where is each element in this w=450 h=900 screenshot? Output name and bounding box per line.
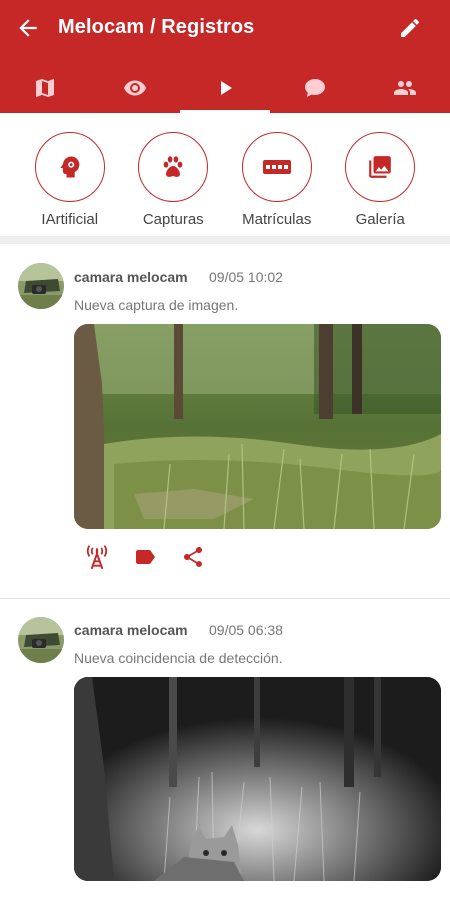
tab-records[interactable]	[180, 62, 270, 113]
forest-daylight-photo	[74, 324, 441, 529]
quick-action-label: IArtificial	[41, 211, 99, 228]
top-bar: Melocam / Registros	[0, 0, 450, 56]
back-button[interactable]	[10, 10, 46, 46]
photo-gallery-icon	[369, 156, 392, 178]
avatar[interactable]	[18, 263, 64, 309]
antenna-icon	[86, 545, 108, 570]
post-timestamp: 09/05 06:38	[209, 622, 283, 638]
antenna-button[interactable]	[84, 544, 110, 570]
post-author: camara melocam	[74, 622, 188, 638]
quick-action-circle	[241, 132, 312, 202]
page-title: Melocam / Registros	[58, 16, 255, 38]
pencil-icon	[401, 18, 420, 37]
app-bar: Melocam / Registros	[0, 0, 450, 113]
quick-action-circle	[345, 132, 416, 202]
share-button[interactable]	[180, 544, 206, 570]
camera-avatar-image	[18, 617, 64, 663]
paw-print-icon	[163, 156, 183, 177]
section-divider	[0, 236, 450, 244]
quick-actions: IArtificial Capturas Matrículas Galería	[0, 113, 450, 235]
edit-button[interactable]	[392, 10, 428, 46]
quick-action-label: Matrículas	[242, 211, 312, 228]
quick-action-matriculas[interactable]: Matrículas	[225, 113, 329, 235]
quick-action-circle	[34, 132, 105, 202]
post-actions	[84, 544, 206, 570]
brain-gear-icon	[60, 156, 80, 178]
map-icon	[36, 78, 54, 97]
play-icon	[221, 80, 232, 95]
quick-action-label: Galería	[355, 211, 405, 228]
night-infrared-cat-photo	[74, 677, 441, 881]
tab-chat[interactable]	[270, 62, 360, 113]
license-plate-icon	[262, 160, 291, 174]
quick-action-galeria[interactable]: Galería	[329, 113, 433, 235]
arrow-back-icon	[19, 19, 37, 37]
tab-view[interactable]	[90, 62, 180, 113]
chat-bubble-icon	[305, 78, 325, 97]
feed-post: camara melocam 09/05 06:38 Nueva coincid…	[0, 599, 450, 900]
post-text: Nueva coincidencia de detección.	[74, 650, 283, 666]
post-image[interactable]	[74, 677, 441, 881]
post-image[interactable]	[74, 324, 441, 529]
tab-map[interactable]	[0, 62, 90, 113]
quick-action-iartificial[interactable]: IArtificial	[18, 113, 122, 235]
tab-bar	[0, 62, 450, 113]
camera-avatar-image	[18, 263, 64, 309]
avatar[interactable]	[18, 617, 64, 663]
quick-action-circle	[138, 132, 209, 202]
tag-icon	[136, 550, 155, 564]
share-icon	[184, 547, 202, 567]
feed-post: camara melocam 09/05 10:02 Nueva captura…	[0, 244, 450, 598]
post-author: camara melocam	[74, 269, 188, 285]
post-text: Nueva captura de imagen.	[74, 297, 239, 313]
quick-action-capturas[interactable]: Capturas	[122, 113, 226, 235]
post-timestamp: 09/05 10:02	[209, 269, 283, 285]
tab-people[interactable]	[360, 62, 450, 113]
people-icon	[394, 80, 416, 95]
eye-icon	[124, 80, 146, 95]
tag-button[interactable]	[132, 544, 158, 570]
quick-action-label: Capturas	[142, 211, 204, 228]
